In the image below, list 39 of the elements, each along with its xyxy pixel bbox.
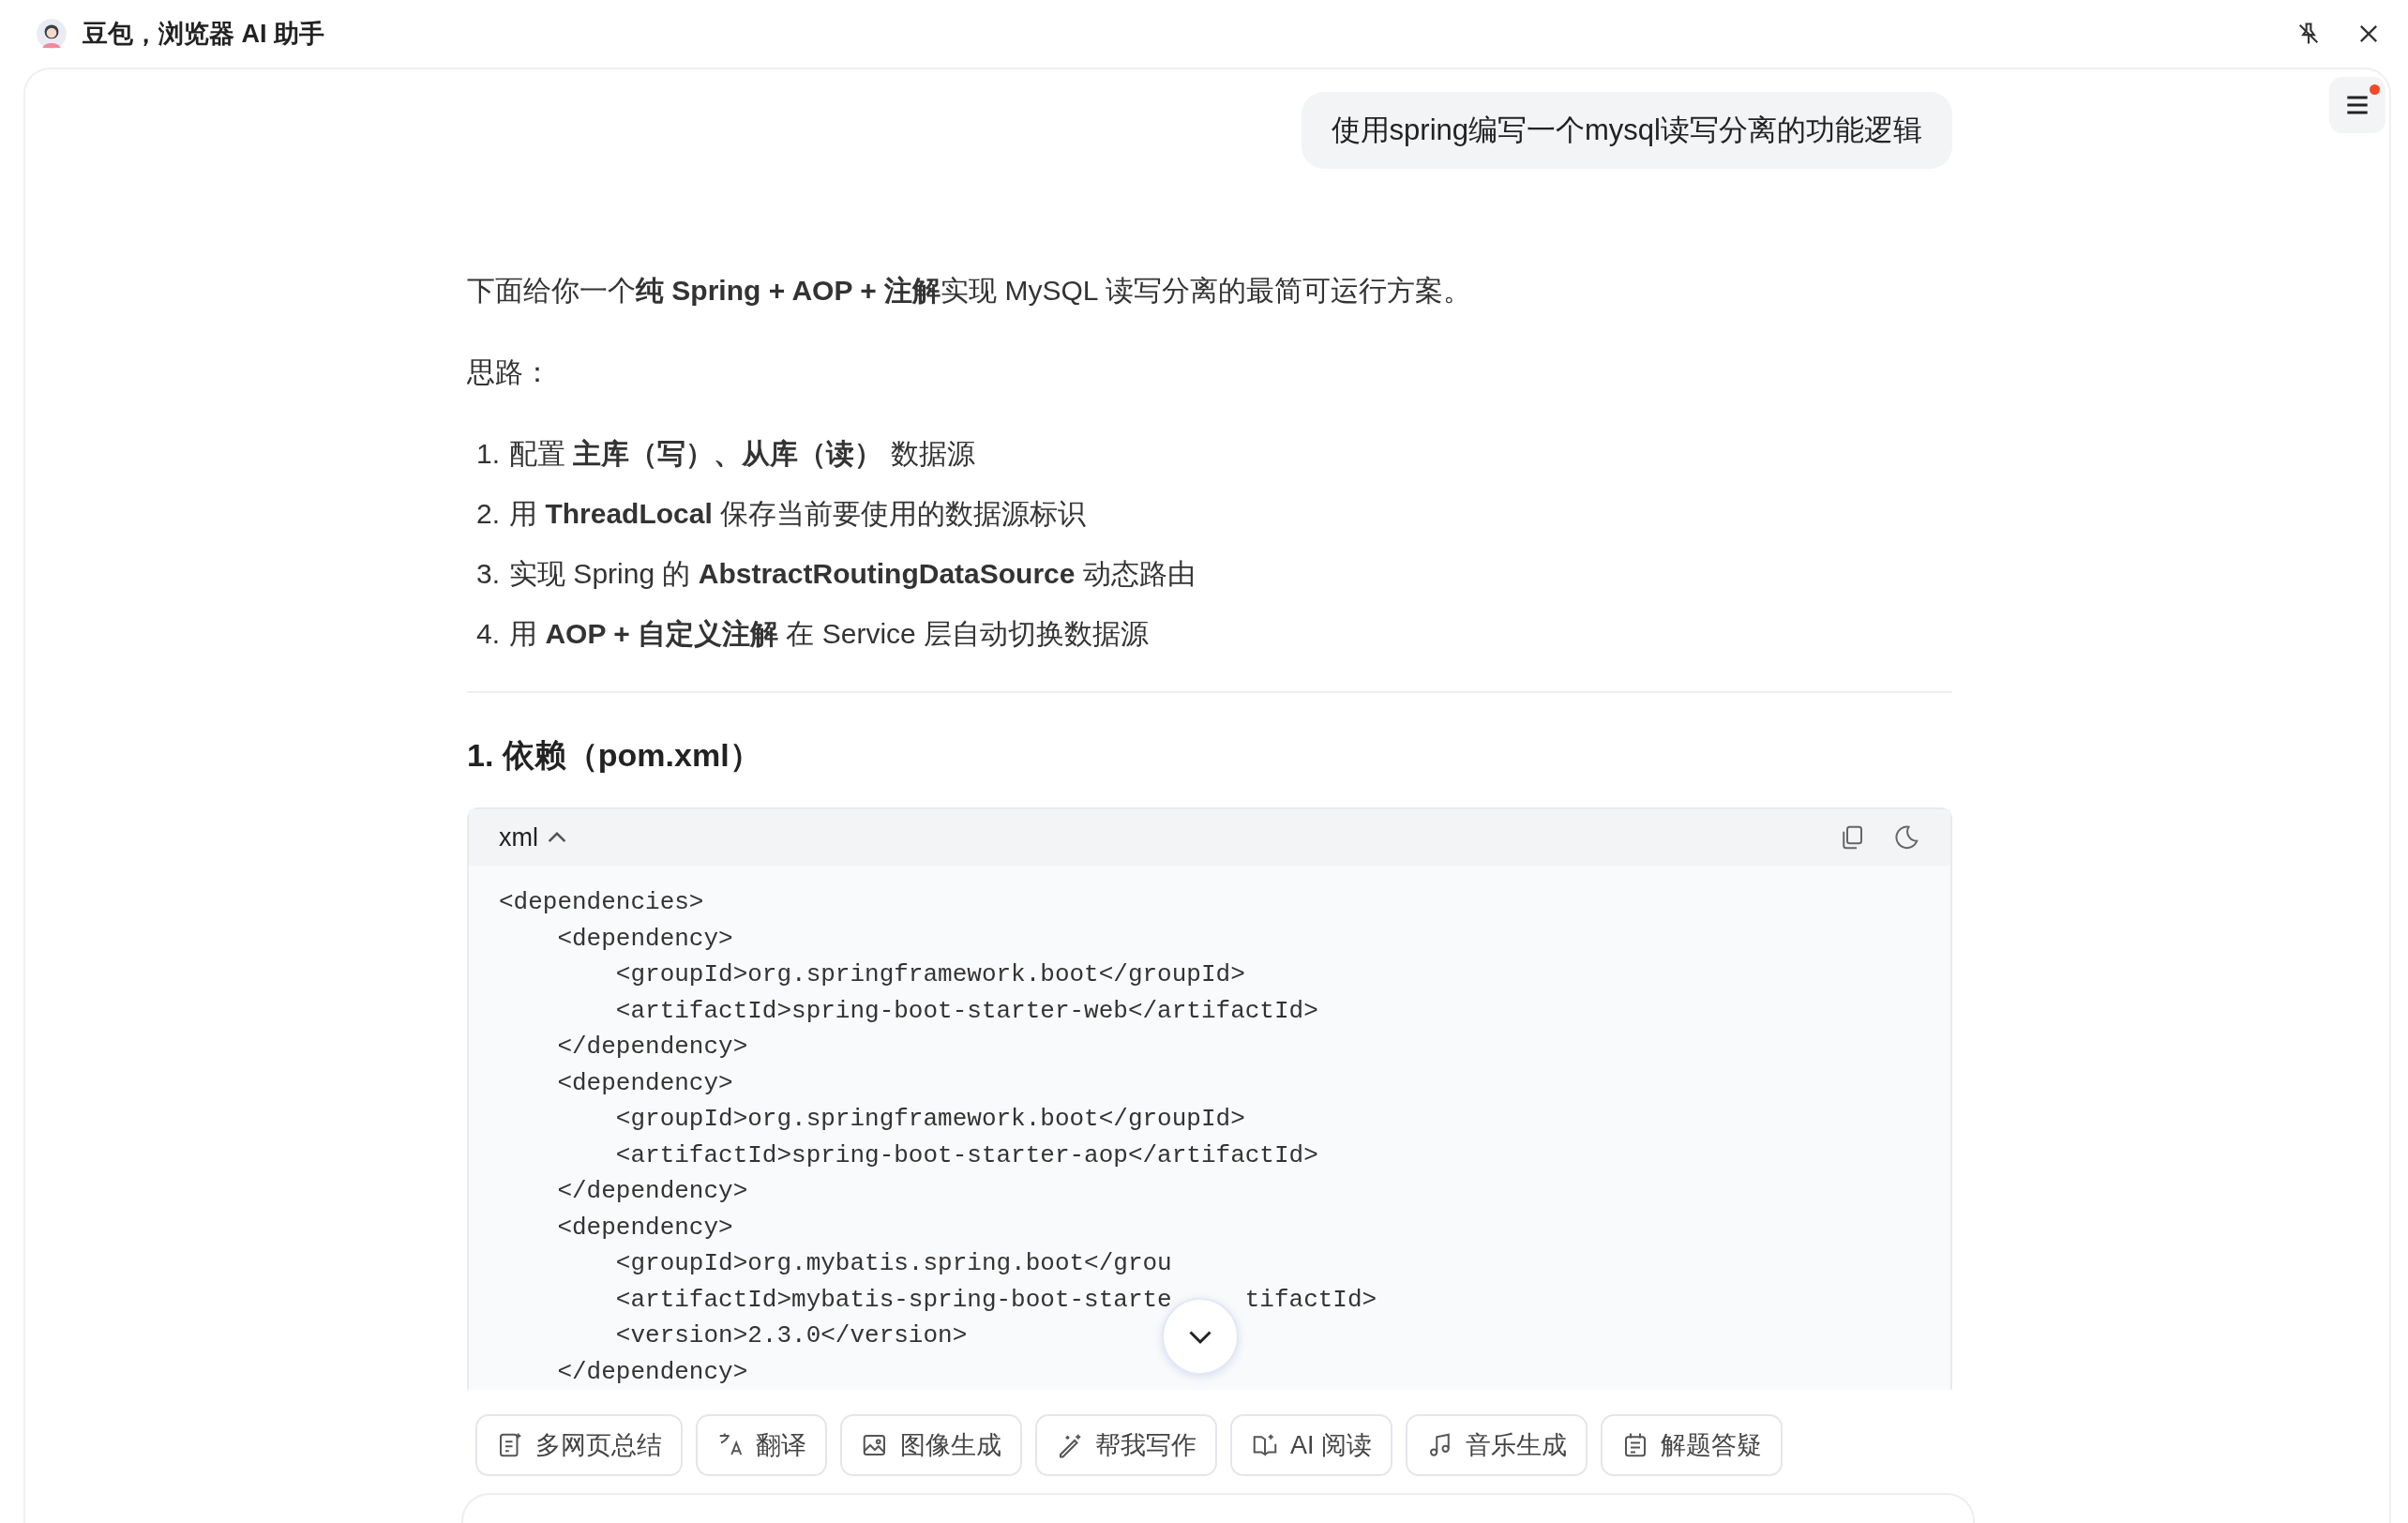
- window-title: 豆包，浏览器 AI 助手: [83, 19, 324, 50]
- avatar-icon: [36, 18, 68, 50]
- tool-chip[interactable]: 图像生成: [840, 1414, 1022, 1476]
- code-line: </dependency>: [556, 1176, 748, 1207]
- code-line: <groupId>org.springframework.boot</groupId>: [614, 959, 1245, 990]
- list-item-text: 用 AOP + 自定义注解 在 Service 层自动切换数据源: [509, 617, 1150, 651]
- list-number: 1.: [476, 437, 501, 471]
- list-item-text: 用 ThreadLocal 保存当前要使用的数据源标识: [509, 497, 1087, 531]
- code-line: <artifactId>spring-boot-starter-web</artifactId>: [614, 995, 1318, 1027]
- list-number: 2.: [476, 497, 501, 531]
- code-line: <artifactId>spring-boot-starter-aop</artifactId>: [614, 1139, 1318, 1171]
- tool-chip[interactable]: AI 阅读: [1230, 1414, 1392, 1476]
- list-item-text: 实现 Spring 的 AbstractRoutingDataSource 动态路由: [509, 557, 1196, 591]
- section-heading: 1. 依赖（pom.xml）: [467, 736, 762, 775]
- code-line: <dependency>: [556, 1067, 733, 1099]
- code-line: <dependency>: [556, 1212, 733, 1244]
- list-number: 3.: [476, 557, 501, 591]
- tool-chip[interactable]: 帮我写作: [1035, 1414, 1217, 1476]
- tool-chip[interactable]: 多网页总结: [475, 1414, 683, 1476]
- code-line: <dependency>: [556, 923, 733, 955]
- tool-chip[interactable]: 解题答疑: [1601, 1414, 1783, 1476]
- code-line: <artifactId>mybatis-spring-boot-starte: [614, 1284, 1172, 1316]
- code-line: <groupId>org.springframework.boot</groupId>: [614, 1104, 1245, 1135]
- language-toggle[interactable]: xml: [499, 822, 570, 852]
- answer-paragraph: 思路：: [467, 355, 552, 389]
- moon-icon[interactable]: [1892, 823, 1920, 852]
- list-number: 4.: [476, 617, 501, 651]
- code-line: tifactId>: [1244, 1284, 1377, 1316]
- code-line: <groupId>org.mybatis.spring.boot</grou: [614, 1248, 1172, 1279]
- tool-chip[interactable]: 音乐生成: [1406, 1414, 1588, 1476]
- answer-paragraph: 下面给你一个纯 Spring + AOP + 注解实现 MySQL 读写分离的最简可运行方案。: [467, 274, 1472, 308]
- code-line: </dependency>: [556, 1032, 748, 1063]
- list-item-text: 配置 主库（写）、从库（读） 数据源: [509, 437, 975, 471]
- tool-chip[interactable]: 翻译: [696, 1414, 827, 1476]
- menu-button[interactable]: [2329, 77, 2385, 133]
- code-line: <version>2.3.0</version>: [614, 1320, 968, 1351]
- code-line: <dependencies>: [499, 887, 704, 918]
- code-line: </dependency>: [556, 1356, 748, 1388]
- user-message: 使用spring编写一个mysql读写分离的功能逻辑: [1301, 92, 1952, 169]
